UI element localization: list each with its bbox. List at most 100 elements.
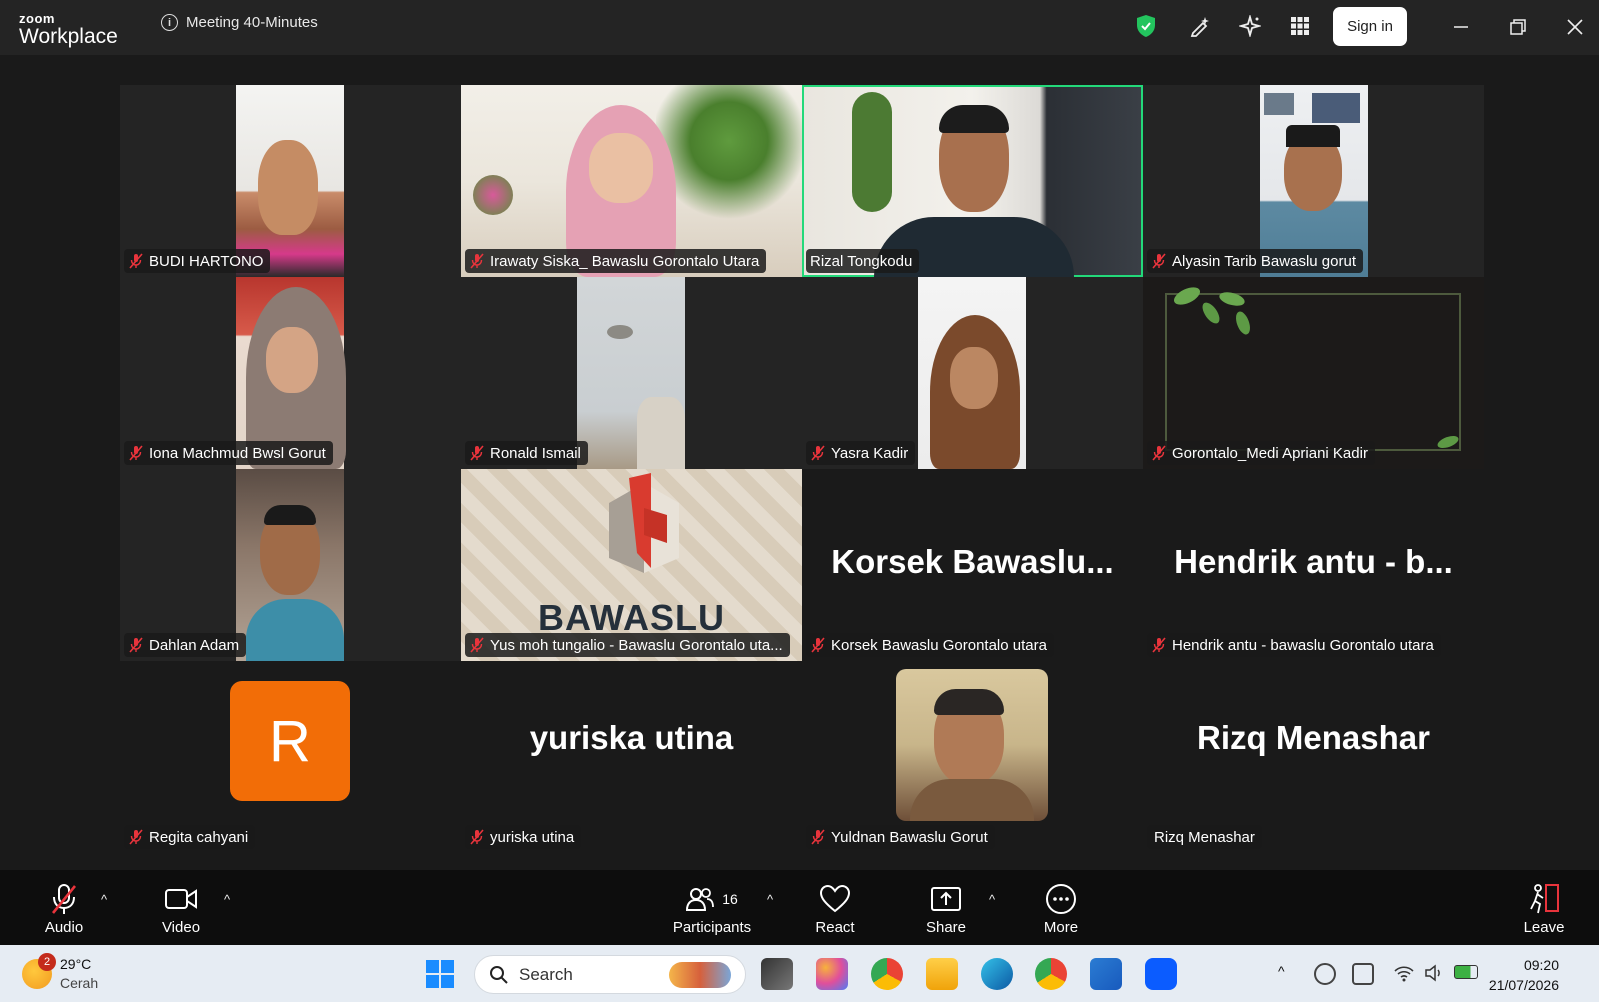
name-tag: Gorontalo_Medi Apriani Kadir xyxy=(1147,441,1375,465)
name-tag: Rizq Menashar xyxy=(1147,825,1262,849)
search-highlight-image xyxy=(669,962,731,988)
share-button[interactable]: Share xyxy=(901,882,991,936)
name-tag: Ronald Ismail xyxy=(465,441,588,465)
participant-display-name: yuriska utina xyxy=(529,719,734,756)
participant-name: Alyasin Tarib Bawaslu gorut xyxy=(1172,252,1356,270)
name-tag: Regita cahyani xyxy=(124,825,256,849)
muted-mic-icon xyxy=(49,882,79,916)
participant-tile[interactable]: Ronald Ismail xyxy=(461,277,802,469)
participant-display-name: Hendrik antu - b... xyxy=(1174,543,1453,580)
name-tag: Alyasin Tarib Bawaslu gorut xyxy=(1147,249,1363,273)
participant-tile[interactable]: Korsek Bawaslu... Korsek Bawaslu Goronta… xyxy=(802,469,1143,661)
zoom-app-icon[interactable] xyxy=(1145,958,1177,990)
onedrive-cloud-icon[interactable] xyxy=(1314,963,1336,985)
microphone-in-use-icon[interactable] xyxy=(1352,963,1374,985)
weather-widget[interactable]: 2 29°C Cerah xyxy=(22,953,99,993)
participant-video xyxy=(577,277,685,469)
edge-icon[interactable] xyxy=(981,958,1013,990)
video-label: Video xyxy=(161,919,201,936)
share-label: Share xyxy=(925,919,967,936)
title-bar: zoom Workplace i Meeting 40-Minutes Sign… xyxy=(0,0,1599,55)
video-button[interactable]: Video xyxy=(136,882,226,936)
participant-tile[interactable]: yuriska utina yuriska utina xyxy=(461,661,802,853)
minimize-icon[interactable] xyxy=(1448,14,1474,40)
share-options-chevron-icon[interactable]: ^ xyxy=(984,892,1000,908)
video-camera-icon xyxy=(164,882,198,916)
participant-profile-photo xyxy=(896,669,1048,821)
participant-name: Iona Machmud Bwsl Gorut xyxy=(149,444,326,462)
security-shield-icon[interactable] xyxy=(1134,14,1158,38)
participant-display-name: Rizq Menashar xyxy=(1197,719,1430,756)
word-icon[interactable] xyxy=(1090,958,1122,990)
participant-tile[interactable]: Gorontalo_Medi Apriani Kadir xyxy=(1143,277,1484,469)
participant-name: Korsek Bawaslu Gorontalo utara xyxy=(831,636,1047,654)
audio-options-chevron-icon[interactable]: ^ xyxy=(96,892,112,908)
participants-icon xyxy=(686,888,715,911)
muted-mic-icon xyxy=(128,445,144,461)
participant-tile[interactable]: BAWASLU Yus moh tungalio - Bawaslu Goron… xyxy=(461,469,802,661)
participants-button[interactable]: 16 Participants xyxy=(657,882,767,936)
apps-grid-icon[interactable] xyxy=(1288,14,1312,38)
leave-button[interactable]: Leave xyxy=(1499,882,1589,936)
chrome-icon[interactable] xyxy=(871,958,903,990)
participant-tile[interactable]: Iona Machmud Bwsl Gorut xyxy=(120,277,461,469)
participant-tile[interactable]: Hendrik antu - b... Hendrik antu - bawas… xyxy=(1143,469,1484,661)
sign-in-button[interactable]: Sign in xyxy=(1333,7,1407,46)
participant-tile[interactable]: Yuldnan Bawaslu Gorut xyxy=(802,661,1143,853)
muted-mic-icon xyxy=(128,829,144,845)
battery-icon[interactable] xyxy=(1454,965,1478,979)
participant-tile[interactable]: Rizq Menashar Rizq Menashar xyxy=(1143,661,1484,853)
leave-door-icon xyxy=(1527,882,1561,916)
copilot-icon[interactable] xyxy=(816,958,848,990)
chrome-profile-icon[interactable] xyxy=(1035,958,1067,990)
participant-tile-active-speaker[interactable]: Rizal Tongkodu xyxy=(802,85,1143,277)
muted-mic-icon xyxy=(128,637,144,653)
share-screen-icon xyxy=(930,882,962,916)
participant-tile[interactable]: Yasra Kadir xyxy=(802,277,1143,469)
show-hidden-icons-chevron-icon[interactable]: ^ xyxy=(1278,963,1285,979)
meeting-title: Meeting 40-Minutes xyxy=(186,14,318,31)
audio-label: Audio xyxy=(44,919,84,936)
participant-tile[interactable]: R Regita cahyani xyxy=(120,661,461,853)
participant-name: Rizal Tongkodu xyxy=(810,252,913,270)
restore-icon[interactable] xyxy=(1505,14,1531,40)
taskbar-search-box[interactable]: Search xyxy=(474,955,746,994)
whiteboard-pen-icon[interactable] xyxy=(1188,14,1212,38)
audio-button[interactable]: Audio xyxy=(19,882,109,936)
more-label: More xyxy=(1043,919,1079,936)
weather-sun-icon: 2 xyxy=(22,953,56,989)
notification-badge: 2 xyxy=(38,953,56,971)
close-icon[interactable] xyxy=(1562,14,1588,40)
name-tag: yuriska utina xyxy=(465,825,582,849)
participants-options-chevron-icon[interactable]: ^ xyxy=(762,892,778,908)
name-tag: Rizal Tongkodu xyxy=(806,249,920,273)
logo-zoom-text: zoom xyxy=(19,11,55,26)
wifi-icon[interactable] xyxy=(1394,963,1414,983)
participant-tile[interactable]: Alyasin Tarib Bawaslu gorut xyxy=(1143,85,1484,277)
react-button[interactable]: React xyxy=(790,882,880,936)
ai-companion-sparkle-icon[interactable] xyxy=(1238,14,1262,38)
name-tag: Dahlan Adam xyxy=(124,633,247,657)
weather-condition: Cerah xyxy=(60,975,99,991)
bawaslu-logo-icon xyxy=(609,473,679,573)
windows-start-icon[interactable] xyxy=(424,958,456,990)
info-icon: i xyxy=(161,14,178,31)
muted-mic-icon xyxy=(469,637,485,653)
participant-name: Gorontalo_Medi Apriani Kadir xyxy=(1172,444,1368,462)
participant-tile[interactable]: Dahlan Adam xyxy=(120,469,461,661)
meeting-info[interactable]: i Meeting 40-Minutes xyxy=(161,14,318,31)
name-tag: BUDI HARTONO xyxy=(124,249,271,273)
participant-tile[interactable]: Irawaty Siska_ Bawaslu Gorontalo Utara xyxy=(461,85,802,277)
more-button[interactable]: More xyxy=(1016,882,1106,936)
task-view-icon[interactable] xyxy=(761,958,793,990)
participant-name: Ronald Ismail xyxy=(490,444,581,462)
react-label: React xyxy=(815,919,855,936)
participant-tile[interactable]: BUDI HARTONO xyxy=(120,85,461,277)
participant-video xyxy=(918,277,1026,469)
leave-label: Leave xyxy=(1523,919,1565,936)
file-explorer-icon[interactable] xyxy=(926,958,958,990)
system-clock[interactable]: 09:20 21/07/2026 xyxy=(1489,955,1559,995)
participants-icon-group: 16 xyxy=(686,882,738,916)
video-options-chevron-icon[interactable]: ^ xyxy=(219,892,235,908)
volume-icon[interactable] xyxy=(1424,963,1444,983)
